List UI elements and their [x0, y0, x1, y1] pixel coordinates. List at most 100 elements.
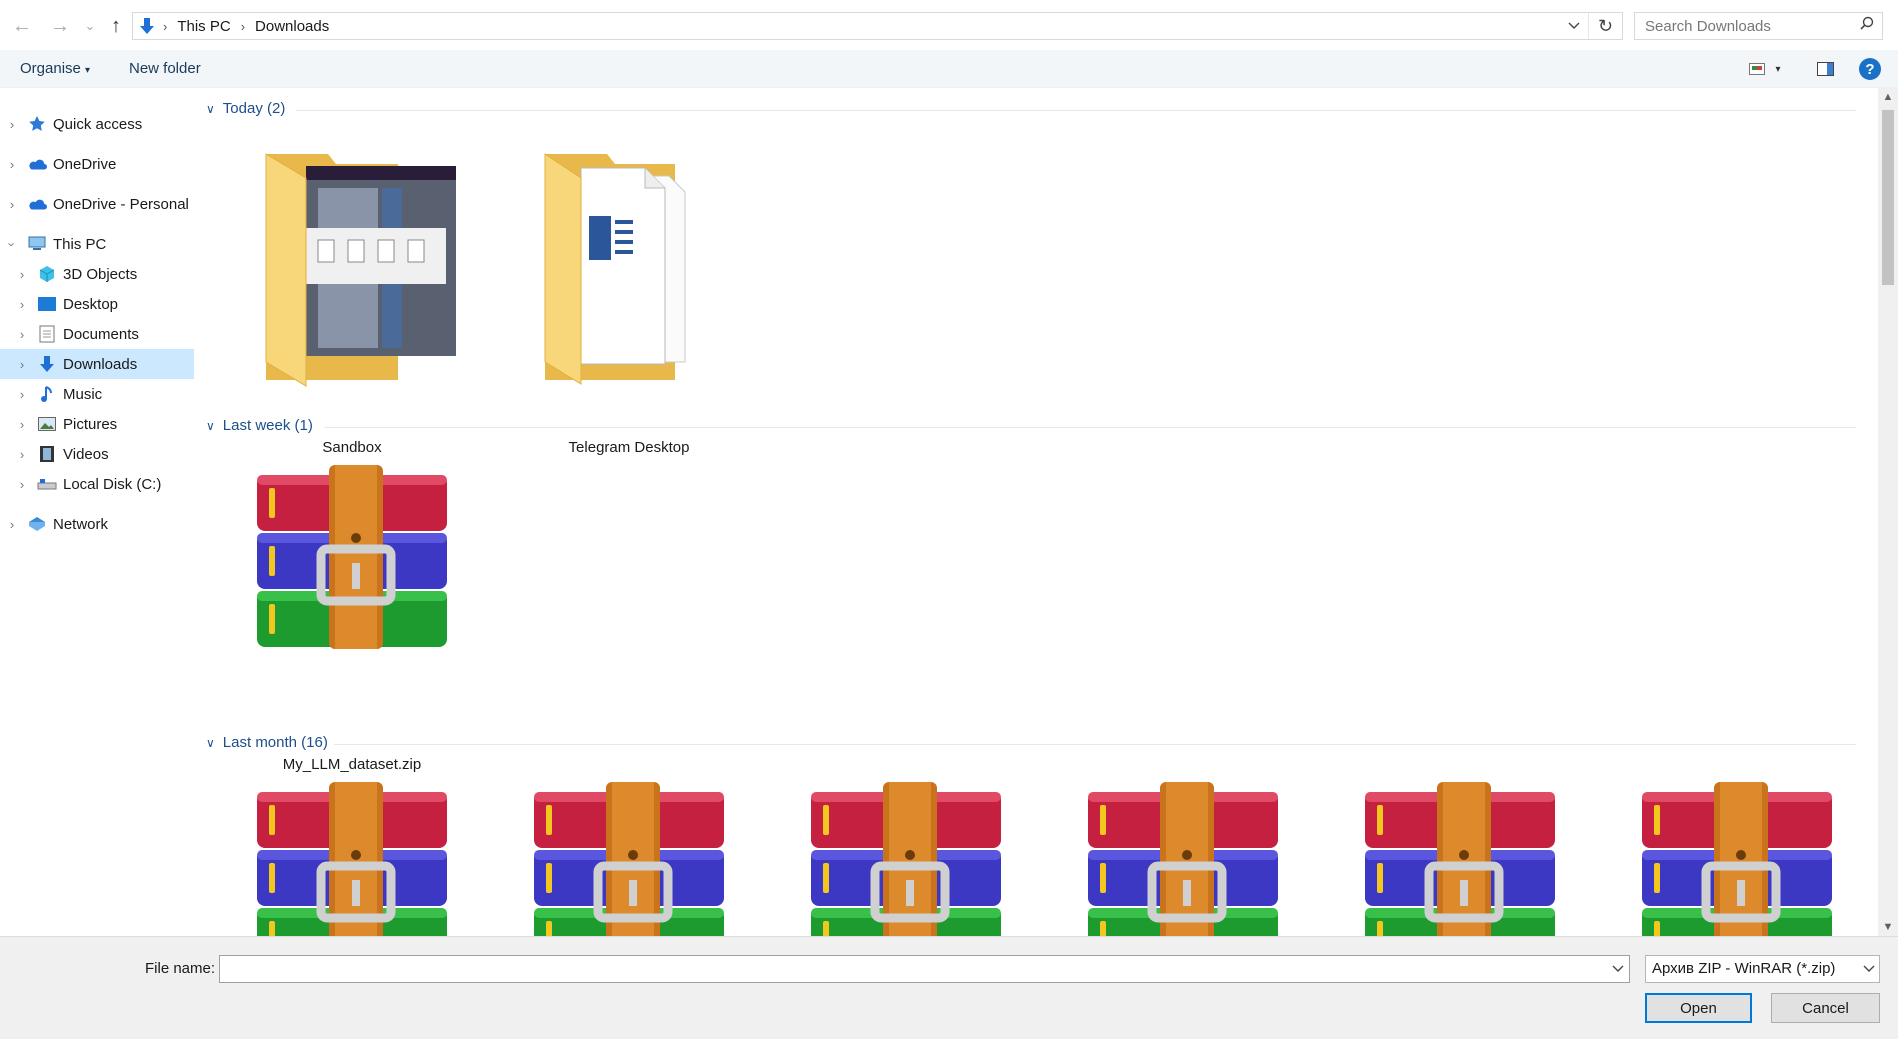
- file-tile[interactable]: [499, 770, 759, 936]
- group-divider: [296, 110, 1856, 111]
- breadcrumb-separator-icon: ›: [163, 18, 168, 34]
- expand-chevron-icon[interactable]: ›: [6, 517, 18, 532]
- sidebar-item-desktop[interactable]: › Desktop: [0, 289, 194, 319]
- sidebar-item-pictures[interactable]: › Pictures: [0, 409, 194, 439]
- sidebar-item-3d-objects[interactable]: › 3D Objects: [0, 259, 194, 289]
- vertical-scrollbar[interactable]: ▲ ▼: [1878, 88, 1898, 936]
- address-dropdown-chevron-icon[interactable]: [1562, 13, 1586, 39]
- sidebar-item-music[interactable]: › Music: [0, 379, 194, 409]
- group-header-today[interactable]: ∨ Today (2): [206, 100, 285, 117]
- file-type-select[interactable]: Архив ZIP - WinRAR (*.zip): [1645, 955, 1880, 983]
- navigation-pane: › Quick access › OneDrive › OneDrive - P…: [0, 88, 194, 936]
- cancel-button[interactable]: Cancel: [1771, 993, 1880, 1023]
- scroll-down-arrow-icon[interactable]: ▼: [1878, 918, 1898, 936]
- file-type-dropdown-chevron-icon: [1863, 962, 1875, 976]
- sidebar-item-label: OneDrive - Personal: [53, 195, 189, 213]
- cloud-icon: [27, 194, 47, 214]
- expand-chevron-icon[interactable]: ›: [16, 447, 28, 462]
- file-list-content: ∨ Today (2) Sandbox Telegram Desktop ∨ L…: [194, 88, 1878, 936]
- sidebar-item-label: Pictures: [63, 415, 118, 433]
- sidebar-item-quick-access[interactable]: › Quick access: [0, 109, 194, 139]
- group-header-last-week[interactable]: ∨ Last week (1): [206, 417, 313, 434]
- sidebar-item-label: Local Disk (C:): [63, 475, 162, 493]
- sidebar-item-label: OneDrive: [53, 155, 117, 173]
- expand-chevron-icon[interactable]: ›: [16, 477, 28, 492]
- file-name-input[interactable]: [219, 955, 1630, 983]
- back-arrow-icon[interactable]: ←: [8, 12, 36, 40]
- expand-chevron-icon[interactable]: ›: [16, 417, 28, 432]
- sidebar-item-onedrive[interactable]: › OneDrive: [0, 149, 194, 179]
- pictures-icon: [37, 414, 57, 434]
- up-arrow-icon[interactable]: ↑: [102, 12, 130, 40]
- view-dropdown-icon: ▾: [1775, 63, 1781, 75]
- organise-dropdown-icon: ▾: [85, 65, 91, 76]
- search-input[interactable]: Search Downloads: [1634, 12, 1883, 40]
- preview-pane-icon: [1816, 62, 1834, 76]
- sidebar-item-label: Quick access: [53, 115, 143, 133]
- file-tile[interactable]: [776, 770, 1036, 936]
- new-folder-button[interactable]: New folder: [129, 60, 201, 77]
- downloads-location-icon: [133, 17, 159, 35]
- winrar-archive-icon: [222, 770, 482, 936]
- breadcrumb-this-pc[interactable]: This PC: [171, 18, 236, 35]
- sidebar-item-label: Documents: [63, 325, 139, 343]
- sidebar-item-label: Desktop: [63, 295, 119, 313]
- star-icon: [27, 114, 47, 134]
- group-collapse-chevron-icon[interactable]: ∨: [206, 102, 215, 116]
- expand-chevron-icon[interactable]: ›: [6, 157, 18, 172]
- command-bar: Organise ▾ New folder ▾: [0, 50, 1898, 88]
- sidebar-item-downloads[interactable]: › Downloads: [0, 349, 194, 379]
- scroll-up-arrow-icon[interactable]: ▲: [1878, 88, 1898, 106]
- sidebar-item-documents[interactable]: › Documents: [0, 319, 194, 349]
- preview-pane-button[interactable]: [1815, 57, 1835, 81]
- breadcrumb-downloads[interactable]: Downloads: [249, 18, 335, 35]
- sidebar-item-label: 3D Objects: [63, 265, 138, 283]
- expand-chevron-icon[interactable]: ›: [6, 197, 18, 212]
- help-icon[interactable]: ?: [1859, 58, 1881, 80]
- breadcrumb-separator-icon: ›: [240, 18, 246, 34]
- file-tile[interactable]: [1607, 770, 1867, 936]
- sidebar-item-label: Network: [53, 515, 109, 533]
- open-button[interactable]: Open: [1645, 993, 1752, 1023]
- expand-chevron-icon[interactable]: ›: [16, 387, 28, 402]
- dialog-footer: File name: Архив ZIP - WinRAR (*.zip) Op…: [0, 936, 1898, 1039]
- file-tile[interactable]: [1053, 770, 1313, 936]
- file-tile[interactable]: [1330, 770, 1590, 936]
- expand-chevron-icon[interactable]: ›: [16, 267, 28, 282]
- expand-chevron-icon[interactable]: ›: [6, 117, 18, 132]
- forward-arrow-icon[interactable]: →: [46, 12, 74, 40]
- network-icon: [27, 514, 47, 534]
- folder-thumbnail-icon: [265, 153, 456, 387]
- file-tile[interactable]: [222, 770, 482, 936]
- desktop-icon: [37, 294, 57, 314]
- sidebar-item-this-pc[interactable]: › This PC: [0, 229, 194, 259]
- file-name-label: File name:: [145, 960, 216, 977]
- recent-locations-chevron-icon[interactable]: ⌄: [76, 12, 104, 40]
- sidebar-item-local-disk[interactable]: › Local Disk (C:): [0, 469, 194, 499]
- collapse-chevron-icon[interactable]: ›: [5, 238, 20, 250]
- sidebar-item-label: Videos: [63, 445, 109, 463]
- group-collapse-chevron-icon[interactable]: ∨: [206, 736, 215, 750]
- expand-chevron-icon[interactable]: ›: [16, 297, 28, 312]
- refresh-icon[interactable]: ↻: [1588, 13, 1622, 39]
- sidebar-item-network[interactable]: › Network: [0, 509, 194, 539]
- sidebar-item-videos[interactable]: › Videos: [0, 439, 194, 469]
- address-box[interactable]: › This PC › Downloads ↻: [132, 12, 1623, 40]
- group-divider: [334, 744, 1856, 745]
- file-name-dropdown-chevron-icon[interactable]: [1607, 956, 1629, 982]
- winrar-archive-icon: [1330, 770, 1590, 936]
- organise-menu[interactable]: Organise ▾: [20, 60, 90, 77]
- download-arrow-icon: [37, 354, 57, 374]
- winrar-archive-icon: [499, 770, 759, 936]
- expand-chevron-icon[interactable]: ›: [16, 357, 28, 372]
- folder-thumbnail-icon: [544, 153, 686, 385]
- winrar-archive-icon: [1607, 770, 1867, 936]
- expand-chevron-icon[interactable]: ›: [16, 327, 28, 342]
- file-type-value: Архив ZIP - WinRAR (*.zip): [1652, 960, 1836, 977]
- scrollbar-thumb[interactable]: [1882, 110, 1894, 285]
- file-open-dialog: ← → ⌄ ↑ › This PC › Downloads ↻ Search D…: [0, 0, 1898, 1039]
- change-view-button[interactable]: ▾: [1746, 57, 1784, 81]
- group-collapse-chevron-icon[interactable]: ∨: [206, 419, 215, 433]
- sidebar-item-onedrive-personal[interactable]: › OneDrive - Personal: [0, 189, 194, 219]
- group-header-last-month[interactable]: ∨ Last month (16): [206, 734, 328, 751]
